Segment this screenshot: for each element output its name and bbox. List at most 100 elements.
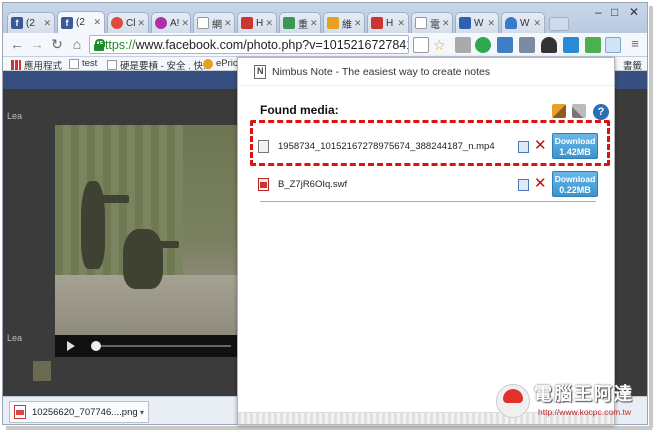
- extension-icon[interactable]: [541, 37, 557, 53]
- minimize-icon[interactable]: –: [595, 5, 602, 19]
- chrome-icon: [111, 17, 123, 29]
- page-icon: [415, 17, 427, 29]
- tab-6[interactable]: 重 ✕: [279, 12, 321, 33]
- nimbus-popup: Nimbus Note - The easiest way to create …: [237, 57, 615, 425]
- back-icon[interactable]: ←: [9, 36, 25, 52]
- site-icon: [505, 17, 517, 29]
- tab-label: 重: [298, 19, 308, 31]
- page-icon: [69, 58, 79, 69]
- bookmark-apps[interactable]: 應用程式: [11, 58, 62, 72]
- bookmark-label: test: [82, 58, 98, 69]
- download-size: 0.22MB: [559, 185, 591, 195]
- tab-11[interactable]: W ✕: [501, 12, 545, 33]
- download-icon[interactable]: [563, 37, 579, 53]
- maximize-icon[interactable]: □: [611, 5, 618, 19]
- screen-capture-icon[interactable]: [497, 37, 513, 53]
- extension-icon[interactable]: [455, 37, 471, 53]
- thumbnail[interactable]: [33, 361, 51, 381]
- nimbus-download-icon[interactable]: [605, 37, 621, 53]
- tab-label: H: [256, 17, 264, 29]
- video-figure: [149, 241, 179, 248]
- tab-label: 電: [430, 19, 440, 31]
- seek-handle[interactable]: [91, 341, 101, 351]
- evernote-icon[interactable]: [475, 37, 491, 53]
- tab-3[interactable]: A! ✕: [151, 12, 191, 33]
- close-icon[interactable]: ✕: [91, 17, 101, 28]
- mascot-logo: [496, 384, 530, 418]
- download-button-label: Download: [554, 174, 596, 184]
- seek-track[interactable]: [101, 345, 231, 347]
- image-file-icon: [14, 405, 26, 419]
- download-item[interactable]: 10256620_707746....png ▾: [9, 401, 149, 423]
- tab-strip: f (2✕ f (2✕ Cl✕ A!✕ 網✕ H✕ 重✕ 維✕: [3, 3, 647, 33]
- tab-0[interactable]: f (2 ✕: [7, 12, 55, 33]
- tab-label: W: [520, 17, 530, 29]
- page-action-icon[interactable]: [413, 37, 429, 53]
- popup-title[interactable]: Nimbus Note - The easiest way to create …: [272, 66, 490, 78]
- video-player[interactable]: [55, 125, 241, 357]
- video-figure: [123, 229, 163, 289]
- tab-1[interactable]: f (2 ✕: [57, 11, 105, 33]
- media-row: 1958734_10152167278975674_388244187_n.mp…: [258, 133, 598, 161]
- extension-icon[interactable]: [519, 37, 535, 53]
- video-controls: [55, 335, 241, 357]
- close-icon[interactable]: ✕: [395, 18, 405, 29]
- copy-icon[interactable]: [518, 179, 529, 191]
- close-icon[interactable]: ✕: [531, 18, 541, 29]
- site-icon: [327, 17, 339, 29]
- brush-icon[interactable]: [552, 104, 566, 118]
- download-filename: 10256620_707746....png: [32, 406, 138, 418]
- bookmark-label: 硬是要槓 - 安全 . 快...: [120, 61, 211, 72]
- chevron-down-icon[interactable]: ▾: [140, 408, 144, 417]
- flash-file-icon: [258, 178, 269, 191]
- close-icon[interactable]: ✕: [263, 18, 273, 29]
- extension-icon[interactable]: [585, 37, 601, 53]
- copy-icon[interactable]: [518, 141, 529, 153]
- star-icon[interactable]: ☆: [433, 37, 449, 53]
- address-bar[interactable]: https://www.facebook.com/photo.php?v=101…: [89, 35, 409, 54]
- close-window-icon[interactable]: ✕: [629, 5, 639, 19]
- tab-10[interactable]: W ✕: [455, 12, 499, 33]
- delete-icon[interactable]: ✕: [534, 175, 547, 193]
- site-icon: [241, 17, 253, 29]
- side-text: Lea: [7, 333, 23, 343]
- download-button[interactable]: Download 1.42MB: [552, 133, 598, 159]
- download-button[interactable]: Download 0.22MB: [552, 171, 598, 197]
- tab-label: (2: [26, 17, 35, 29]
- close-icon[interactable]: ✕: [222, 18, 232, 29]
- reload-icon[interactable]: ↻: [49, 36, 65, 52]
- bookmark-site[interactable]: 硬是要槓 - 安全 . 快...: [107, 58, 211, 72]
- home-icon[interactable]: ⌂: [69, 36, 85, 52]
- tab-2[interactable]: Cl ✕: [107, 12, 149, 33]
- close-icon[interactable]: ✕: [41, 18, 51, 29]
- popup-header: Nimbus Note - The easiest way to create …: [238, 58, 614, 86]
- close-icon[interactable]: ✕: [135, 18, 145, 29]
- download-size: 1.42MB: [559, 147, 591, 157]
- video-wall: [55, 125, 183, 295]
- close-icon[interactable]: ✕: [179, 18, 189, 29]
- close-icon[interactable]: ✕: [440, 18, 450, 29]
- delete-icon[interactable]: ✕: [534, 137, 547, 155]
- new-tab-button[interactable]: [549, 17, 569, 31]
- watermark-title: 電腦王阿達: [534, 384, 634, 404]
- close-icon[interactable]: ✕: [352, 18, 362, 29]
- tab-7[interactable]: 維 ✕: [323, 12, 365, 33]
- close-icon[interactable]: ✕: [308, 18, 318, 29]
- tab-9[interactable]: 電 ✕: [411, 12, 453, 33]
- bookmark-other[interactable]: 書籤: [623, 58, 642, 72]
- tab-5[interactable]: H ✕: [237, 12, 277, 33]
- tab-label: 維: [342, 19, 352, 31]
- bookmark-test[interactable]: test: [69, 58, 97, 69]
- tab-label: H: [386, 17, 394, 29]
- help-icon[interactable]: ?: [593, 104, 609, 120]
- tab-4[interactable]: 網 ✕: [193, 12, 235, 33]
- play-icon[interactable]: [67, 341, 75, 351]
- forward-icon[interactable]: →: [29, 36, 45, 52]
- tab-label: (2: [76, 17, 85, 28]
- tab-8[interactable]: H ✕: [367, 12, 409, 33]
- menu-icon[interactable]: ≡: [627, 36, 643, 52]
- facebook-icon: f: [11, 17, 23, 29]
- tools-icon[interactable]: [572, 104, 586, 118]
- close-icon[interactable]: ✕: [485, 18, 495, 29]
- tab-label: 網: [212, 19, 222, 31]
